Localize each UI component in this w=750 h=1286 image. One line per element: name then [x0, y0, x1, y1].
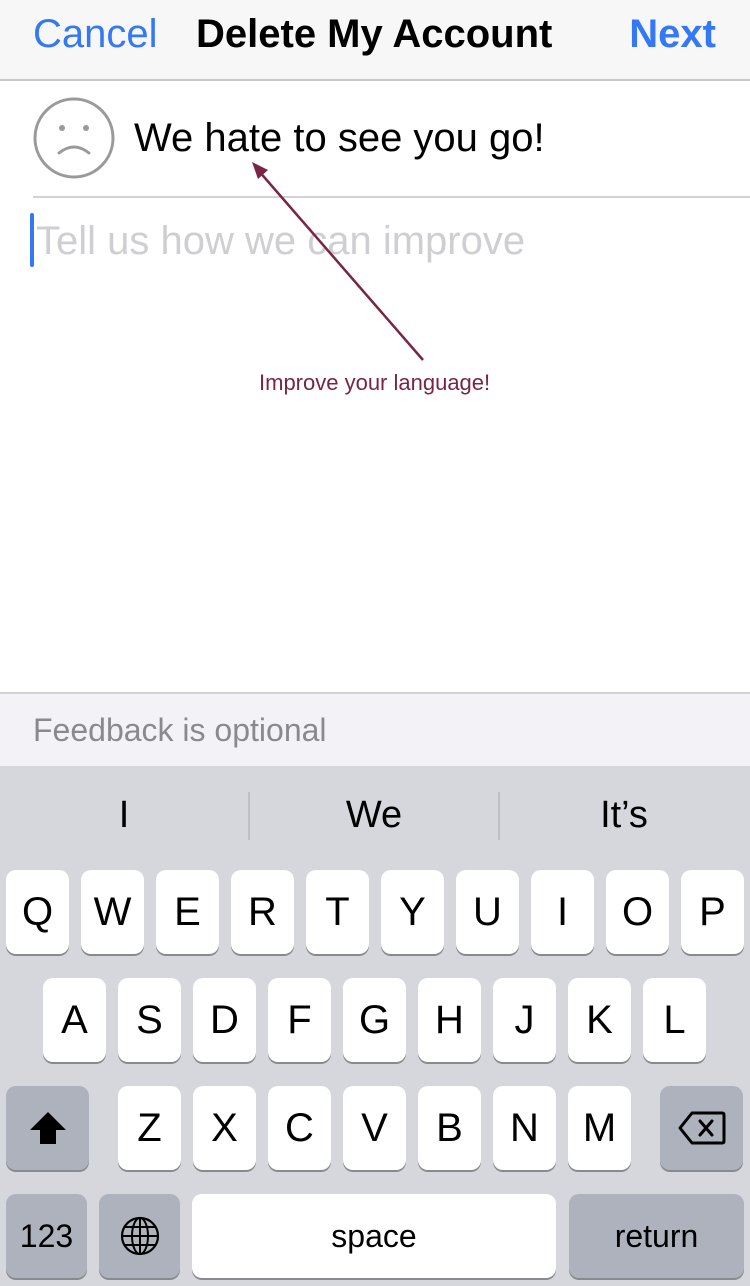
- numbers-key[interactable]: 123: [6, 1194, 87, 1278]
- key-x[interactable]: X: [193, 1086, 256, 1170]
- keyboard: I We It’s QWERTYUIOP ASDFGHJKL ZXCVBNM 1…: [0, 766, 750, 1286]
- key-m[interactable]: M: [568, 1086, 631, 1170]
- shift-arrow-icon: [29, 1112, 66, 1144]
- suggestion-2[interactable]: We: [250, 794, 498, 837]
- sad-face-icon: [33, 97, 115, 179]
- key-o[interactable]: O: [606, 870, 669, 954]
- suggestion-1[interactable]: I: [0, 794, 248, 837]
- key-v[interactable]: V: [343, 1086, 406, 1170]
- text-caret: [30, 213, 34, 267]
- footer-bar: Feedback is optional: [0, 692, 750, 768]
- key-h[interactable]: H: [418, 978, 481, 1062]
- key-c[interactable]: C: [268, 1086, 331, 1170]
- key-f[interactable]: F: [268, 978, 331, 1062]
- next-button[interactable]: Next: [629, 12, 716, 57]
- key-j[interactable]: J: [493, 978, 556, 1062]
- backspace-icon: [678, 1111, 725, 1145]
- key-b[interactable]: B: [418, 1086, 481, 1170]
- navigation-bar: Cancel Delete My Account Next: [0, 0, 750, 81]
- key-s[interactable]: S: [118, 978, 181, 1062]
- key-i[interactable]: I: [531, 870, 594, 954]
- globe-key[interactable]: [99, 1194, 180, 1278]
- optional-note: Feedback is optional: [33, 712, 327, 748]
- page-title: Delete My Account: [196, 12, 553, 56]
- space-key[interactable]: space: [192, 1194, 556, 1278]
- divider: [33, 196, 750, 198]
- key-u[interactable]: U: [456, 870, 519, 954]
- key-a[interactable]: A: [43, 978, 106, 1062]
- key-p[interactable]: P: [681, 870, 744, 954]
- headline: We hate to see you go!: [134, 116, 545, 160]
- key-r[interactable]: R: [231, 870, 294, 954]
- key-t[interactable]: T: [306, 870, 369, 954]
- key-y[interactable]: Y: [381, 870, 444, 954]
- annotation-label: Improve your language!: [259, 370, 491, 395]
- return-key[interactable]: return: [569, 1194, 744, 1278]
- key-e[interactable]: E: [156, 870, 219, 954]
- globe-icon: [120, 1216, 159, 1256]
- suggestion-3[interactable]: It’s: [500, 794, 748, 837]
- key-g[interactable]: G: [343, 978, 406, 1062]
- key-d[interactable]: D: [193, 978, 256, 1062]
- backspace-key[interactable]: [660, 1086, 743, 1170]
- feedback-textarea[interactable]: Tell us how we can improve: [30, 205, 730, 675]
- shift-key[interactable]: [6, 1086, 89, 1170]
- cancel-button[interactable]: Cancel: [33, 12, 158, 57]
- key-q[interactable]: Q: [6, 870, 69, 954]
- key-k[interactable]: K: [568, 978, 631, 1062]
- key-w[interactable]: W: [81, 870, 144, 954]
- key-n[interactable]: N: [493, 1086, 556, 1170]
- key-z[interactable]: Z: [118, 1086, 181, 1170]
- feedback-placeholder: Tell us how we can improve: [36, 219, 526, 263]
- key-l[interactable]: L: [643, 978, 706, 1062]
